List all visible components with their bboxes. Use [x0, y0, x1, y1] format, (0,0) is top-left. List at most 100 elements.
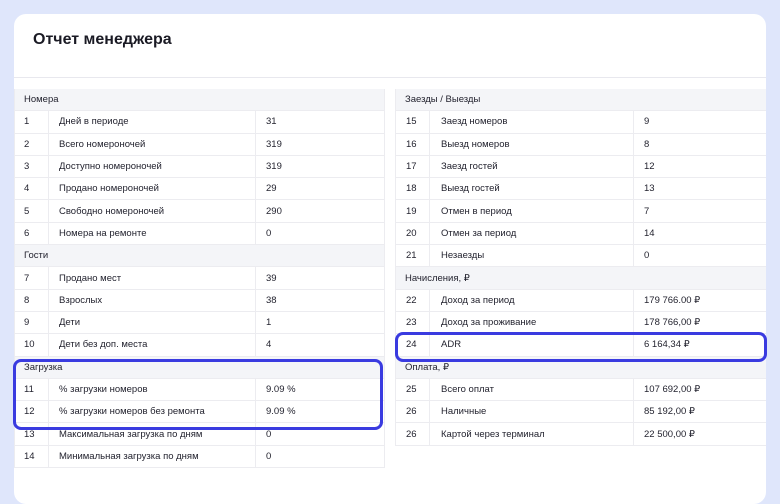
table-row: 26 Наличные 85 192,00 ₽ — [396, 401, 766, 424]
section-header: Оплата, ₽ — [396, 356, 766, 379]
row-label: Дней в периоде — [49, 111, 256, 133]
row-label: Дети — [49, 311, 256, 334]
row-label: Всего номероночей — [49, 133, 256, 155]
row-number: 20 — [396, 222, 430, 245]
table-row: 12% загрузки номеров без ремонта 9.09 % — [15, 401, 384, 424]
section-header: Загрузка — [15, 356, 384, 379]
row-value: 8 — [644, 138, 650, 150]
row-value: 0 — [644, 250, 650, 262]
row-label: % загрузки номеров — [49, 378, 256, 401]
row-value: 319 — [266, 138, 282, 150]
table-row: 1 Дней в периоде 31 — [15, 111, 384, 134]
table-row: 19 Отмен в период 7 — [396, 200, 766, 223]
section-title: Оплата, ₽ — [405, 361, 450, 373]
row-label: Продано мест — [49, 267, 256, 289]
row-number: 13 — [15, 423, 49, 445]
row-number: 1 — [15, 111, 49, 133]
row-value: 0 — [266, 227, 272, 239]
row-number: 6 — [15, 222, 49, 245]
row-value: 0 — [266, 428, 272, 440]
row-label: Продано номероночей — [49, 178, 256, 200]
row-value: 107 692,00 ₽ — [644, 384, 701, 395]
row-number: 17 — [396, 155, 430, 178]
row-value: 38 — [266, 294, 277, 306]
row-value: 22 500,00 ₽ — [644, 428, 695, 440]
row-number: 14 — [15, 445, 49, 468]
table-row: 8 Взрослых 38 — [15, 289, 384, 312]
row-number: 23 — [396, 311, 430, 334]
row-number: 3 — [15, 155, 49, 178]
row-number: 24 — [396, 334, 430, 356]
row-label: Максимальная загрузка по дням — [49, 423, 256, 445]
row-label: Свободно номероночей — [49, 200, 256, 222]
row-label: Заезд номеров — [430, 111, 634, 133]
section-title: Загрузка — [24, 361, 63, 373]
report-table-left: Номера 1 Дней в периоде 31 2 Всего номероноче… — [14, 89, 385, 469]
row-number: 8 — [15, 289, 49, 311]
row-number: 18 — [396, 178, 430, 200]
row-number: 16 — [396, 133, 430, 155]
table-row: 9 Дети 1 — [15, 311, 384, 335]
row-number: 10 — [15, 334, 49, 356]
table-row: 10 Дети без доп. места 4 — [15, 334, 384, 357]
row-number: 15 — [396, 111, 430, 133]
row-number: 21 — [396, 245, 430, 267]
row-value: 85 192,00 ₽ — [644, 406, 695, 418]
row-label: Номера на ремонте — [49, 222, 256, 245]
row-value: 6 164,34 ₽ — [644, 339, 690, 351]
row-value: 31 — [266, 116, 277, 128]
row-number: 26 — [396, 401, 430, 423]
row-value: 29 — [266, 183, 277, 195]
table-row: 13 Максимальная загрузка по дням 0 — [15, 423, 384, 446]
row-label: Отмен в период — [430, 200, 634, 222]
row-label: Доступно номероночей — [49, 155, 256, 178]
row-value: 9.09 % — [266, 406, 296, 418]
row-label: ADR — [430, 334, 634, 356]
row-number: 5 — [15, 200, 49, 222]
row-number: 19 — [396, 200, 430, 222]
table-row: 18 Выезд гостей 13 — [396, 178, 766, 201]
table-row: 2 Всего номероночей 319 — [15, 133, 384, 156]
row-label: % загрузки номеров без ремонта — [49, 401, 256, 423]
table-row: 17 Заезд гостей 12 — [396, 155, 766, 179]
table-row: 6 Номера на ремонте 0 — [15, 222, 384, 246]
row-number: 26 — [396, 423, 430, 445]
row-label: Доход за проживание — [430, 311, 634, 334]
row-number: 22 — [396, 289, 430, 311]
row-value: 1 — [266, 317, 272, 329]
row-value: 14 — [644, 227, 655, 239]
row-value: 178 766,00 ₽ — [644, 317, 701, 329]
section-title: Заезды / Выезды — [405, 94, 481, 106]
table-row: 25 Всего оплат 107 692,00 ₽ — [396, 378, 766, 402]
row-label: Картой через терминал — [430, 423, 634, 445]
row-label: Незаезды — [430, 245, 634, 267]
table-row: 23 Доход за проживание 178 766,00 ₽ — [396, 311, 766, 335]
row-label: Отмен за период — [430, 222, 634, 245]
table-row: 3 Доступно номероночей 319 — [15, 155, 384, 179]
table-row: 16 Выезд номеров 8 — [396, 133, 766, 156]
row-number: 7 — [15, 267, 49, 289]
manager-report-card: Отчет менеджера Номера 1 Дней в периоде 31 2… — [14, 14, 766, 504]
table-row: 22 Доход за период 179 766.00 ₽ — [396, 289, 766, 312]
row-value: 4 — [266, 339, 272, 351]
table-row: 21 Незаезды 0 — [396, 245, 766, 268]
row-value: 319 — [266, 161, 282, 173]
section-title: Начисления, ₽ — [405, 272, 470, 284]
row-label: Выезд номеров — [430, 133, 634, 155]
title-divider — [14, 77, 766, 78]
row-label: Доход за период — [430, 289, 634, 311]
table-row: 15 Заезд номеров 9 — [396, 111, 766, 134]
row-value: 13 — [644, 183, 655, 195]
row-value: 179 766.00 ₽ — [644, 294, 701, 306]
row-label: Всего оплат — [430, 378, 634, 401]
row-label: Дети без доп. места — [49, 334, 256, 356]
row-number: 4 — [15, 178, 49, 200]
row-label: Минимальная загрузка по дням — [49, 445, 256, 468]
row-value: 0 — [266, 450, 272, 462]
section-header: Гости — [15, 245, 384, 268]
table-row: 7 Продано мест 39 — [15, 267, 384, 290]
row-number: 2 — [15, 133, 49, 155]
row-number: 25 — [396, 378, 430, 401]
row-value: 7 — [644, 205, 650, 217]
row-number: 12 — [15, 401, 49, 423]
